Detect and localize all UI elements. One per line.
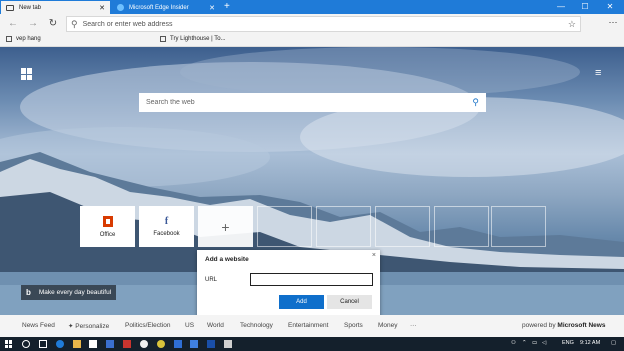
tile-label: Office [99,231,116,238]
forward-button[interactable]: → [26,17,40,31]
app-icon[interactable] [224,340,232,348]
favorite-label: Try Lighthouse | To... [170,36,226,42]
new-tab-page-icon [6,4,14,11]
empty-tile[interactable] [434,206,489,247]
add-website-dialog: Add a website × URL Add Cancel [197,250,380,318]
favorites-bar: vep hang Try Lighthouse | To... [0,34,624,47]
news-item-technology[interactable]: Technology [240,322,273,329]
news-item-entertainment[interactable]: Entertainment [288,322,328,329]
language-indicator[interactable]: ENG [562,340,574,346]
task-view-icon[interactable] [39,340,47,348]
news-item-world[interactable]: World [207,322,224,329]
close-tab-icon[interactable]: ✕ [209,4,215,12]
web-search-input[interactable] [146,99,473,106]
news-nav-bar: News Feed ✦ Personalize Politics/Electio… [0,315,624,337]
edge-icon [117,4,124,11]
app-icon[interactable] [157,340,165,348]
add-site-tile[interactable]: + [198,206,253,247]
news-item-sports[interactable]: Sports [344,322,363,329]
app-icon[interactable] [207,340,215,348]
edge-taskbar-icon[interactable] [56,340,64,348]
windows-logo-icon [21,68,33,80]
store-icon[interactable] [89,340,97,348]
news-item-personalize[interactable]: ✦ Personalize [68,322,109,330]
address-input[interactable] [82,20,568,28]
powered-by: powered by Microsoft News [522,322,605,329]
search-icon: ⚲ [71,18,78,29]
toolbar: ← → ↻ ⚲ ☆ ⋯ [0,14,624,34]
tray-arrow-icon[interactable]: ⌃ [522,340,527,346]
favorite-item[interactable]: vep hang [6,36,41,42]
tab-label: Microsoft Edge Insider [129,4,189,11]
network-icon[interactable]: ▭ [532,340,537,346]
tab-label: New tab [19,4,42,11]
page-icon [6,36,12,42]
taskbar: ⚇ ⌃ ▭ ◁ ENG 9:12 AM ▢ [0,337,624,351]
title-bar: New tab ✕ Microsoft Edge Insider ✕ + — ☐… [0,0,624,14]
cortana-icon[interactable] [22,340,30,348]
volume-icon[interactable]: ◁ [542,340,546,346]
bing-logo-icon: b [26,288,31,297]
favorite-item[interactable]: Try Lighthouse | To... [160,36,226,42]
app-icon[interactable] [123,340,131,348]
app-icon[interactable] [174,340,182,348]
refresh-button[interactable]: ↻ [46,17,60,31]
add-button[interactable]: Add [279,295,324,309]
dialog-title: Add a website [205,256,249,263]
app-icon[interactable] [190,340,198,348]
web-search-box[interactable]: ⚲ [139,93,486,112]
close-icon[interactable]: × [372,252,376,259]
new-tab-button[interactable]: + [224,1,230,13]
add-icon: + [221,218,230,235]
more-news-icon[interactable]: ··· [410,322,417,329]
tab-microsoft-edge-insider[interactable]: Microsoft Edge Insider ✕ [112,1,220,14]
app-icon[interactable] [106,340,114,348]
news-item-label: Personalize [75,323,110,330]
notifications-icon[interactable]: ▢ [611,340,616,346]
hamburger-menu-icon[interactable]: ≡ [595,67,601,79]
news-item-politics[interactable]: Politics/Election [125,322,171,329]
bing-caption: Make every day beautiful [38,289,112,296]
empty-tile[interactable] [257,206,312,247]
search-icon[interactable]: ⚲ [472,97,479,108]
clock[interactable]: 9:12 AM [580,340,600,346]
settings-menu-button[interactable]: ⋯ [606,17,620,28]
tray-people-icon[interactable]: ⚇ [511,340,516,346]
bing-image-caption[interactable]: b Make every day beautiful [21,285,117,300]
start-windows-icon[interactable] [5,340,13,348]
news-item-money[interactable]: Money [378,322,398,329]
news-item-news-feed[interactable]: News Feed [22,322,55,329]
file-explorer-icon[interactable] [73,340,81,348]
minimize-button[interactable]: — [549,0,573,14]
tile-office[interactable]: Office [80,206,135,247]
powered-brand: Microsoft News [557,322,606,329]
facebook-icon: f [164,216,169,227]
tile-label: Facebook [153,231,180,237]
empty-tile[interactable] [316,206,371,247]
url-field[interactable] [250,273,373,286]
favorite-star-icon[interactable]: ☆ [568,19,576,30]
cancel-button[interactable]: Cancel [327,295,372,309]
url-label: URL [205,277,218,283]
empty-tile[interactable] [491,206,546,247]
back-button[interactable]: ← [6,17,20,31]
tile-facebook[interactable]: f Facebook [139,206,194,247]
address-bar[interactable]: ⚲ ☆ [66,16,581,32]
favorite-label: vep hang [16,36,41,42]
empty-tile[interactable] [375,206,430,247]
page-icon [160,36,166,42]
close-tab-icon[interactable]: ✕ [99,4,105,12]
chrome-icon[interactable] [140,340,148,348]
office-icon [102,215,113,227]
maximize-button[interactable]: ☐ [573,0,597,14]
powered-prefix: powered by [522,322,556,329]
close-window-button[interactable]: ✕ [598,0,622,14]
tab-new-tab[interactable]: New tab ✕ [1,1,110,14]
news-item-us[interactable]: US [185,322,194,329]
